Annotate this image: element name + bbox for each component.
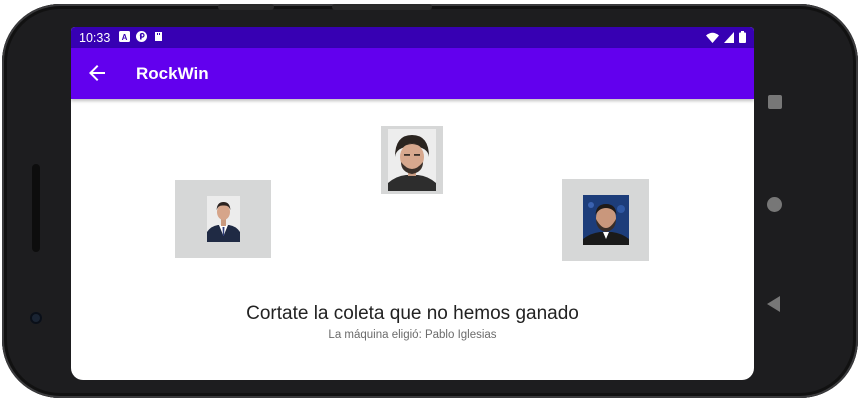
signal-icon <box>724 31 734 43</box>
choice-center-pablo[interactable] <box>381 126 443 194</box>
system-icons <box>706 31 746 43</box>
notification-icons: A <box>119 31 164 42</box>
screen: 10:33 A RockWin Cortate la coleta que no… <box>71 27 754 380</box>
choice-left-pedro[interactable] <box>175 180 271 258</box>
circle-icon[interactable] <box>767 197 782 212</box>
status-time: 10:33 <box>79 31 111 45</box>
result-message: Cortate la coleta que no hemos ganado <box>246 303 579 324</box>
choice-right-santiago[interactable] <box>562 179 649 261</box>
a-icon: A <box>119 31 130 42</box>
portrait-man-suit <box>206 196 240 242</box>
portrait-man-beard <box>582 195 629 245</box>
app-title: RockWin <box>136 64 209 83</box>
portrait-man-ponytail <box>388 129 436 191</box>
app-bar: RockWin <box>71 48 754 99</box>
battery-icon <box>739 31 746 43</box>
machine-choice-label: La máquina eligió: Pablo Iglesias <box>328 329 497 341</box>
status-bar: 10:33 A <box>71 27 754 48</box>
square-icon[interactable] <box>768 95 782 109</box>
speaker-grille <box>32 164 40 252</box>
volume-button <box>218 4 274 10</box>
wifi-icon <box>706 32 719 43</box>
p-icon <box>136 31 147 42</box>
triangle-back-icon[interactable] <box>767 296 780 312</box>
sd-card-icon <box>155 32 162 41</box>
front-camera <box>30 312 42 324</box>
svg-text:A: A <box>122 33 128 42</box>
arrow-left-icon[interactable] <box>85 61 109 85</box>
power-button <box>332 4 432 10</box>
